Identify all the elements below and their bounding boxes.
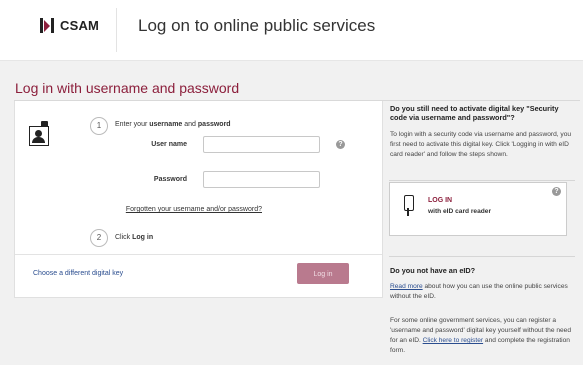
choose-different-key-link[interactable]: Choose a different digital key [33,270,123,277]
password-label: Password [153,176,187,183]
csam-logo[interactable]: CSAM [40,18,99,33]
panel-divider [15,254,382,255]
page-title: Log on to online public services [138,16,376,35]
section-title: Log in with username and password [15,80,240,96]
username-label: User name [151,141,187,148]
eid-login-subtitle: with eID card reader [428,208,492,215]
register-text: For some online government services, you… [390,317,572,354]
login-panel: 1 Enter your username and password User … [14,101,383,298]
read-more-link[interactable]: Read more [390,283,423,290]
card-reader-icon [404,195,414,216]
help-icon[interactable]: ? [552,187,561,196]
activate-text: To login with a security code via userna… [390,131,572,158]
click-here-register-link[interactable]: Click here to register [423,337,483,344]
header-divider [116,8,117,52]
help-icon[interactable]: ? [336,140,345,149]
step-2-badge: 2 [90,229,108,247]
username-input[interactable] [203,136,320,153]
step-1-text: Enter your username and password [115,121,231,128]
logo-text: CSAM [60,18,100,33]
sidebar-divider [389,256,575,257]
step-2-text: Click Log in [115,234,154,241]
eid-login-card[interactable]: LOG IN with eID card reader ? [389,182,567,236]
password-input[interactable] [203,171,320,188]
step-1-badge: 1 [90,117,108,135]
sidebar-divider [389,180,575,181]
user-lock-icon [29,121,49,146]
no-eid-title: Do you not have an eID? [390,266,476,275]
forgot-credentials-link[interactable]: Forgotten your username and/or password? [115,206,262,213]
eid-login-title[interactable]: LOG IN [428,197,452,204]
no-eid-text: Read more about how you can use the onli… [390,283,568,300]
activate-title: Do you still need to activate digital ke… [390,104,559,122]
login-button[interactable]: Log in [297,263,349,284]
csam-logo-icon [40,18,56,33]
header: CSAM Log on to online public services [0,0,583,61]
